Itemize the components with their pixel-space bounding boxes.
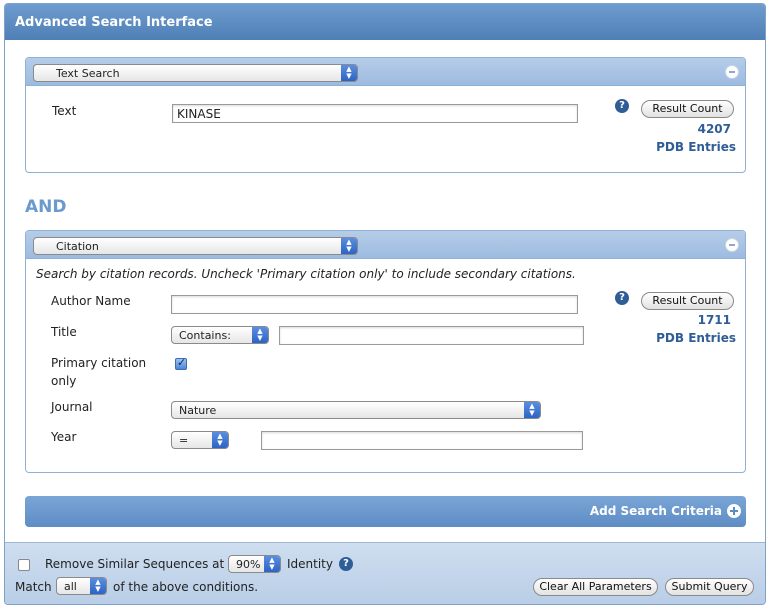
result-count-button[interactable]: Result Count: [641, 100, 734, 118]
journal-select[interactable]: Nature ▲ ▼: [171, 401, 541, 419]
title-label: Title: [51, 325, 77, 339]
panel-header: Text Search ▲ ▼: [26, 58, 745, 86]
year-operator-select[interactable]: = ▲ ▼: [171, 431, 229, 449]
match-select[interactable]: all ▲ ▼: [56, 577, 107, 595]
remove-similar-label: Remove Similar Sequences at: [45, 557, 225, 571]
primary-citation-checkbox[interactable]: [175, 356, 187, 370]
advanced-search-window: Advanced Search Interface Text Search ▲ ▼…: [4, 3, 766, 605]
result-count-value: 1711: [697, 313, 731, 327]
text-input[interactable]: KINASE: [172, 104, 578, 123]
title-input[interactable]: [279, 326, 584, 345]
citation-panel: Citation ▲ ▼ Search by citation records. …: [25, 230, 746, 473]
identity-select[interactable]: 90% ▲ ▼: [228, 555, 281, 573]
identity-label: Identity: [287, 557, 333, 571]
and-operator-label: AND: [25, 197, 67, 217]
text-search-panel: Text Search ▲ ▼ Text KINASE ? Result Coun…: [25, 57, 746, 173]
primary-citation-label-line1: Primary citation: [51, 356, 147, 370]
conditions-label: of the above conditions.: [113, 580, 259, 594]
select-arrows-icon: ▲ ▼: [264, 556, 280, 572]
identity-value: 90%: [236, 558, 261, 571]
author-name-input[interactable]: [171, 295, 578, 314]
result-count-unit: PDB Entries: [656, 331, 736, 345]
search-footer: Remove Similar Sequences at 90% ▲ ▼ Ident…: [5, 542, 765, 604]
year-label: Year: [51, 430, 77, 444]
help-icon[interactable]: ?: [615, 291, 629, 305]
primary-citation-label-line2: only: [51, 374, 77, 388]
journal-label: Journal: [51, 400, 93, 414]
remove-criteria-icon[interactable]: [725, 238, 739, 252]
match-value: all: [64, 580, 77, 593]
help-icon[interactable]: ?: [615, 99, 629, 113]
remove-criteria-icon[interactable]: [725, 65, 739, 79]
author-name-label: Author Name: [51, 294, 131, 308]
window-title: Advanced Search Interface: [5, 4, 765, 40]
select-arrows-icon: ▲ ▼: [90, 578, 106, 594]
match-label: Match: [15, 580, 52, 594]
title-operator-select[interactable]: Contains: ▲ ▼: [171, 326, 269, 344]
journal-value: Nature: [179, 404, 217, 417]
title-operator-value: Contains:: [179, 329, 231, 342]
year-operator-value: =: [179, 434, 189, 447]
submit-query-button[interactable]: Submit Query: [665, 578, 754, 596]
result-count-value: 4207: [697, 122, 731, 136]
year-input[interactable]: [261, 431, 583, 450]
panel-header: Citation ▲ ▼: [26, 231, 745, 259]
clear-all-parameters-button[interactable]: Clear All Parameters: [533, 578, 658, 596]
search-type-value: Citation: [56, 240, 99, 253]
plus-icon: [727, 504, 741, 518]
result-count-unit: PDB Entries: [656, 140, 736, 154]
remove-similar-checkbox[interactable]: [18, 559, 30, 571]
select-arrows-icon: ▲ ▼: [524, 402, 540, 418]
citation-description: Search by citation records. Uncheck 'Pri…: [36, 267, 576, 281]
select-arrows-icon: ▲ ▼: [341, 238, 357, 254]
select-arrows-icon: ▲ ▼: [252, 327, 268, 343]
search-type-select[interactable]: Text Search ▲ ▼: [33, 64, 358, 82]
add-search-criteria-label: Add Search Criteria: [589, 504, 722, 518]
search-type-select[interactable]: Citation ▲ ▼: [33, 237, 358, 255]
select-arrows-icon: ▲ ▼: [212, 432, 228, 448]
text-label: Text: [52, 104, 77, 118]
result-count-button[interactable]: Result Count: [641, 292, 734, 310]
select-arrows-icon: ▲ ▼: [341, 65, 357, 81]
help-icon[interactable]: ?: [339, 557, 353, 571]
search-type-value: Text Search: [56, 67, 120, 80]
add-search-criteria-button[interactable]: Add Search Criteria: [25, 496, 746, 527]
